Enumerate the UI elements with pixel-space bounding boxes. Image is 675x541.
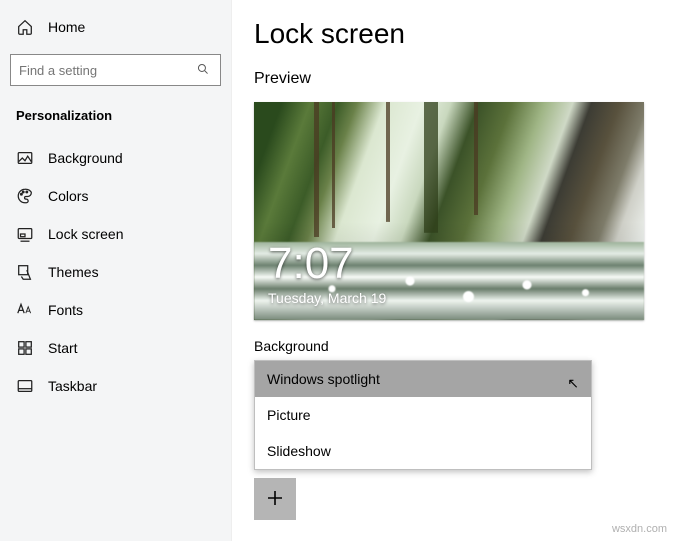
sidebar-item-label: Fonts (48, 302, 83, 318)
search-box[interactable] (10, 54, 221, 86)
background-label: Background (254, 338, 653, 354)
home-icon (16, 18, 34, 36)
watermark: wsxdn.com (612, 523, 667, 535)
fonts-icon (16, 301, 34, 319)
home-nav-item[interactable]: Home (0, 8, 231, 46)
sidebar-item-themes[interactable]: Themes (0, 253, 231, 291)
sidebar-item-label: Themes (48, 264, 99, 280)
clock-date: Tuesday, March 19 (268, 290, 386, 306)
section-header-personalization: Personalization (0, 100, 231, 139)
picture-icon (16, 149, 34, 167)
sidebar-item-fonts[interactable]: Fonts (0, 291, 231, 329)
search-input[interactable] (19, 63, 196, 78)
sidebar: Home Personalization Background Colors L… (0, 0, 232, 541)
start-icon (16, 339, 34, 357)
sidebar-item-label: Background (48, 150, 123, 166)
palette-icon (16, 187, 34, 205)
themes-icon (16, 263, 34, 281)
add-button[interactable] (254, 478, 296, 520)
clock-block: 7:07 Tuesday, March 19 (268, 242, 386, 306)
preview-header: Preview (254, 70, 653, 88)
dropdown-option-spotlight[interactable]: Windows spotlight (255, 361, 591, 397)
sidebar-item-start[interactable]: Start (0, 329, 231, 367)
lockscreen-icon (16, 225, 34, 243)
sidebar-item-background[interactable]: Background (0, 139, 231, 177)
sidebar-item-label: Colors (48, 188, 88, 204)
page-title: Lock screen (254, 18, 653, 50)
search-container (0, 46, 231, 100)
search-icon (196, 62, 212, 78)
dropdown-option-picture[interactable]: Picture (255, 397, 591, 433)
clock-time: 7:07 (268, 242, 386, 286)
sidebar-item-colors[interactable]: Colors (0, 177, 231, 215)
taskbar-icon (16, 377, 34, 395)
main-content: Lock screen Preview 7:07 Tuesday, March … (232, 0, 675, 541)
lockscreen-preview: 7:07 Tuesday, March 19 (254, 102, 644, 320)
sidebar-item-lockscreen[interactable]: Lock screen (0, 215, 231, 253)
background-dropdown[interactable]: Windows spotlight ↖︎ Picture Slideshow (254, 360, 592, 470)
sidebar-item-label: Start (48, 340, 78, 356)
sidebar-item-label: Lock screen (48, 226, 123, 242)
home-label: Home (48, 19, 85, 35)
plus-icon (265, 488, 285, 511)
sidebar-item-label: Taskbar (48, 378, 97, 394)
sidebar-item-taskbar[interactable]: Taskbar (0, 367, 231, 405)
dropdown-option-slideshow[interactable]: Slideshow (255, 433, 591, 469)
